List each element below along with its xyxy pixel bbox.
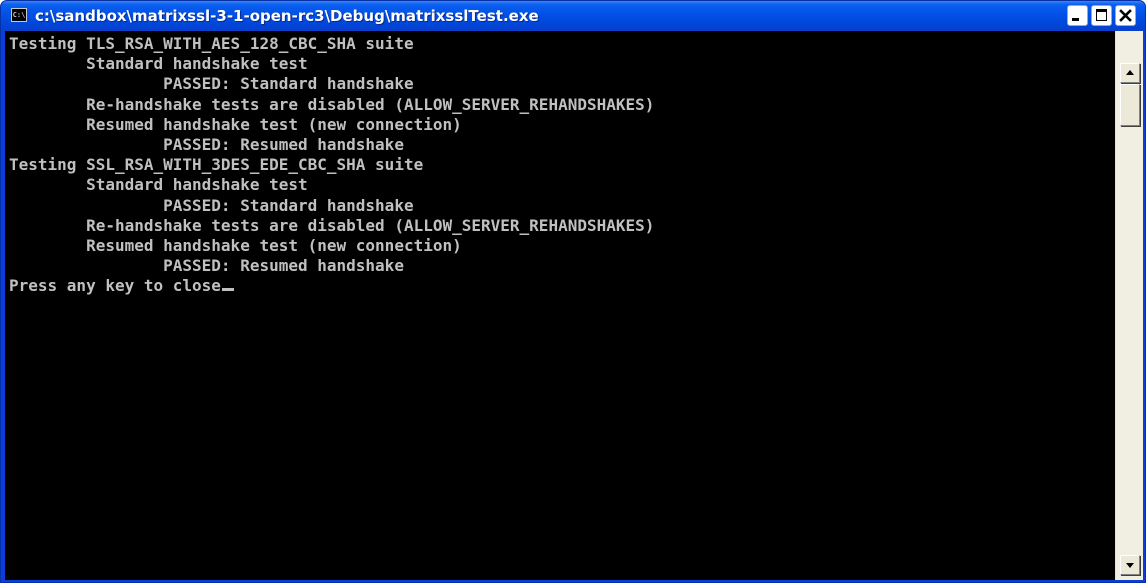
scroll-down-arrow-icon <box>1126 563 1134 568</box>
console-text: Testing TLS_RSA_WITH_AES_128_CBC_SHA sui… <box>9 34 654 296</box>
console-line: PASSED: Standard handshake <box>9 195 414 215</box>
console-output-area[interactable]: Testing TLS_RSA_WITH_AES_128_CBC_SHA sui… <box>5 31 1115 580</box>
scroll-down-button[interactable] <box>1120 555 1140 575</box>
console-line: PASSED: Standard handshake <box>9 74 414 94</box>
console-line: PASSED: Resumed handshake <box>9 256 404 276</box>
close-button[interactable] <box>1115 5 1136 26</box>
minimize-icon <box>1072 18 1079 21</box>
maximize-icon <box>1096 9 1107 21</box>
console-window: C:\ c:\sandbox\matrixssl-3-1-open-rc3\De… <box>0 0 1146 583</box>
console-line: PASSED: Resumed handshake <box>9 134 404 154</box>
console-prompt-line: Press any key to close <box>9 276 654 296</box>
scroll-up-arrow-icon <box>1126 70 1134 75</box>
console-line: Standard handshake test <box>9 54 308 74</box>
close-icon <box>1119 9 1132 22</box>
console-line: Testing TLS_RSA_WITH_AES_128_CBC_SHA sui… <box>9 34 414 53</box>
console-line: Re-handshake tests are disabled (ALLOW_S… <box>9 94 655 114</box>
console-line: Standard handshake test <box>9 175 308 195</box>
minimize-button[interactable] <box>1067 5 1088 26</box>
console-line: Resumed handshake test (new connection) <box>9 235 462 255</box>
window-title: c:\sandbox\matrixssl-3-1-open-rc3\Debug\… <box>35 7 539 25</box>
console-app-icon[interactable]: C:\ <box>11 8 27 22</box>
text-cursor <box>221 288 234 292</box>
scrollbar-thumb[interactable] <box>1120 84 1140 126</box>
maximize-button[interactable] <box>1091 5 1112 26</box>
scroll-up-button[interactable] <box>1120 63 1140 83</box>
console-line: Re-handshake tests are disabled (ALLOW_S… <box>9 215 655 235</box>
console-line: Testing SSL_RSA_WITH_3DES_EDE_CBC_SHA su… <box>9 155 424 175</box>
console-prompt-text: Press any key to close <box>9 276 221 296</box>
title-bar[interactable]: C:\ c:\sandbox\matrixssl-3-1-open-rc3\De… <box>1 1 1145 31</box>
vertical-scrollbar[interactable] <box>1115 31 1143 580</box>
console-line: Resumed handshake test (new connection) <box>9 114 462 134</box>
